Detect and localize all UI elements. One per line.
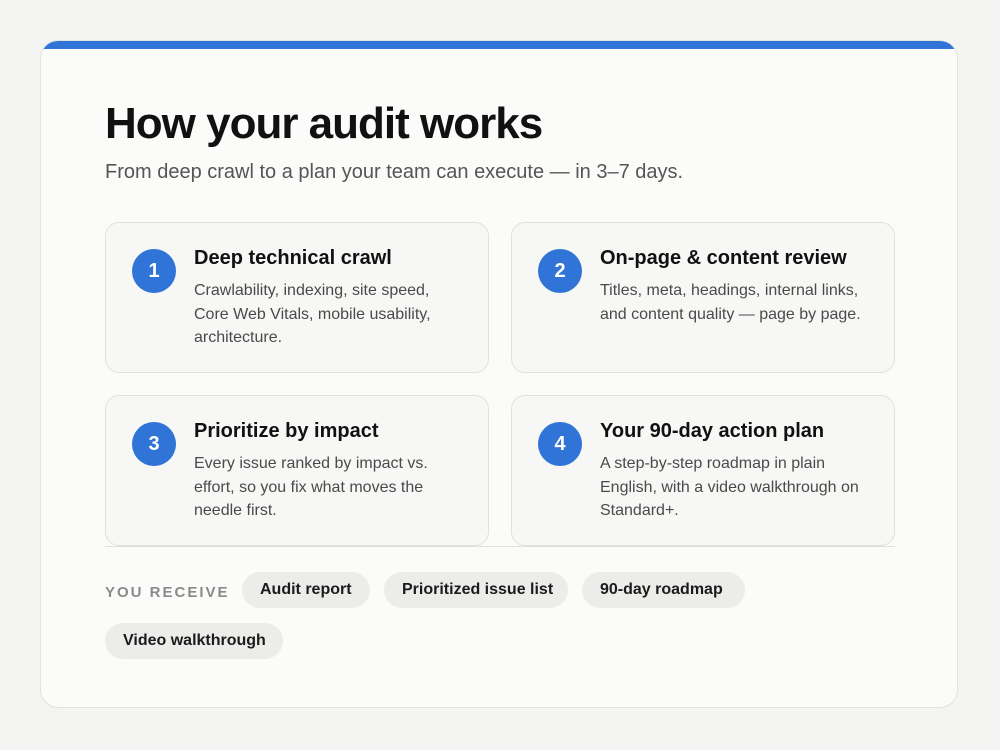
page-title: How your audit works	[105, 99, 543, 148]
deliverables-label: YOU RECEIVE	[105, 584, 230, 601]
step-description: Every issue ranked by impact vs. effort,…	[194, 455, 428, 519]
page-subtitle: From deep crawl to a plan your team can …	[105, 161, 684, 183]
step-title: Deep technical crawl	[194, 247, 392, 269]
section-divider	[105, 546, 895, 547]
step-description: Crawlability, indexing, site speed, Core…	[194, 282, 431, 346]
step-card-crawl: 1 Deep technical crawl Crawlability, ind…	[105, 222, 489, 373]
deliverable-chip-video-walkthrough: Video walkthrough	[105, 623, 283, 659]
step-description: A step-by-step roadmap in plain English,…	[600, 455, 859, 519]
deliverable-chip-issue-list: Prioritized issue list	[384, 572, 568, 608]
step-description: Titles, meta, headings, internal links, …	[600, 282, 861, 323]
step-title: Prioritize by impact	[194, 420, 379, 442]
deliverable-chip-roadmap: 90-day roadmap	[582, 572, 745, 608]
step-card-prioritize: 3 Prioritize by impact Every issue ranke…	[105, 395, 489, 546]
steps-grid: 1 Deep technical crawl Crawlability, ind…	[105, 222, 895, 546]
top-accent-bar	[41, 41, 957, 49]
deliverable-chip-audit-report: Audit report	[242, 572, 370, 608]
audit-process-card: How your audit works From deep crawl to …	[40, 40, 958, 708]
step-number-badge: 2	[538, 249, 582, 293]
step-card-action-plan: 4 Your 90-day action plan A step-by-step…	[511, 395, 895, 546]
step-number-badge: 3	[132, 422, 176, 466]
step-number-badge: 4	[538, 422, 582, 466]
step-title: On-page & content review	[600, 247, 847, 269]
step-number-badge: 1	[132, 249, 176, 293]
step-card-content-review: 2 On-page & content review Titles, meta,…	[511, 222, 895, 373]
step-title: Your 90-day action plan	[600, 420, 825, 442]
